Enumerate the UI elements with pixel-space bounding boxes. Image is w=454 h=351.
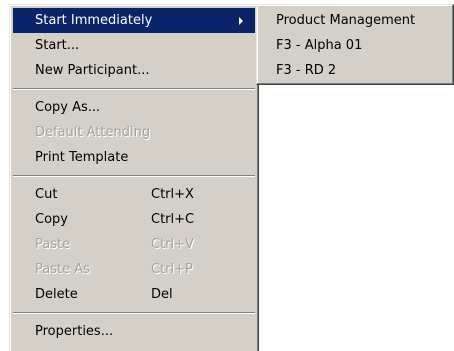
menu-item-label: New Participant...: [35, 63, 150, 78]
menu-item-paste: Paste Ctrl+V: [13, 232, 255, 257]
submenu-arrow-icon: [239, 17, 243, 25]
menu-separator: [13, 88, 255, 90]
menu-item-label: Properties...: [35, 324, 114, 339]
submenu-item-label: F3 - RD 2: [276, 63, 337, 78]
menu-item-shortcut: Ctrl+V: [151, 237, 194, 252]
menu-item-print-template[interactable]: Print Template: [13, 145, 255, 170]
menu-item-start[interactable]: Start...: [13, 33, 255, 58]
menu-item-label: Start Immediately: [35, 13, 153, 28]
menu-item-shortcut: Ctrl+P: [151, 262, 193, 277]
menu-separator: [13, 312, 255, 314]
menu-item-copy[interactable]: Copy Ctrl+C: [13, 207, 255, 232]
menu-item-start-immediately[interactable]: Start Immediately: [13, 8, 255, 33]
menu-item-label: Print Template: [35, 150, 129, 165]
menu-item-label: Paste: [35, 237, 71, 252]
screen: Start Immediately Start... New Participa…: [0, 0, 454, 351]
menu-item-shortcut: Ctrl+C: [151, 212, 195, 227]
menu-item-label: Copy As...: [35, 100, 101, 115]
menu-item-label: Copy: [35, 212, 68, 227]
menu-item-cut[interactable]: Cut Ctrl+X: [13, 182, 255, 207]
menu-item-label: Delete: [35, 287, 78, 302]
submenu-start-immediately: Product Management F3 - Alpha 01 F3 - RD…: [256, 4, 454, 85]
context-menu: Start Immediately Start... New Participa…: [9, 4, 259, 351]
menu-item-label: Paste As: [35, 262, 90, 277]
submenu-item-f3-rd-2[interactable]: F3 - RD 2: [260, 58, 450, 83]
submenu-item-f3-alpha-01[interactable]: F3 - Alpha 01: [260, 33, 450, 58]
menu-item-default-attending: Default Attending: [13, 120, 255, 145]
menu-item-label: Cut: [35, 187, 58, 202]
menu-item-paste-as: Paste As Ctrl+P: [13, 257, 255, 282]
menu-item-new-participant[interactable]: New Participant...: [13, 58, 255, 83]
menu-item-shortcut: Ctrl+X: [151, 187, 194, 202]
menu-separator: [13, 175, 255, 177]
submenu-item-product-management[interactable]: Product Management: [260, 8, 450, 33]
menu-item-shortcut: Del: [151, 287, 173, 302]
menu-item-label: Default Attending: [35, 125, 151, 140]
submenu-item-label: F3 - Alpha 01: [276, 38, 363, 53]
menu-item-delete[interactable]: Delete Del: [13, 282, 255, 307]
menu-item-copy-as[interactable]: Copy As...: [13, 95, 255, 120]
submenu-item-label: Product Management: [276, 13, 416, 28]
menu-item-label: Start...: [35, 38, 80, 53]
menu-item-properties[interactable]: Properties...: [13, 319, 255, 344]
